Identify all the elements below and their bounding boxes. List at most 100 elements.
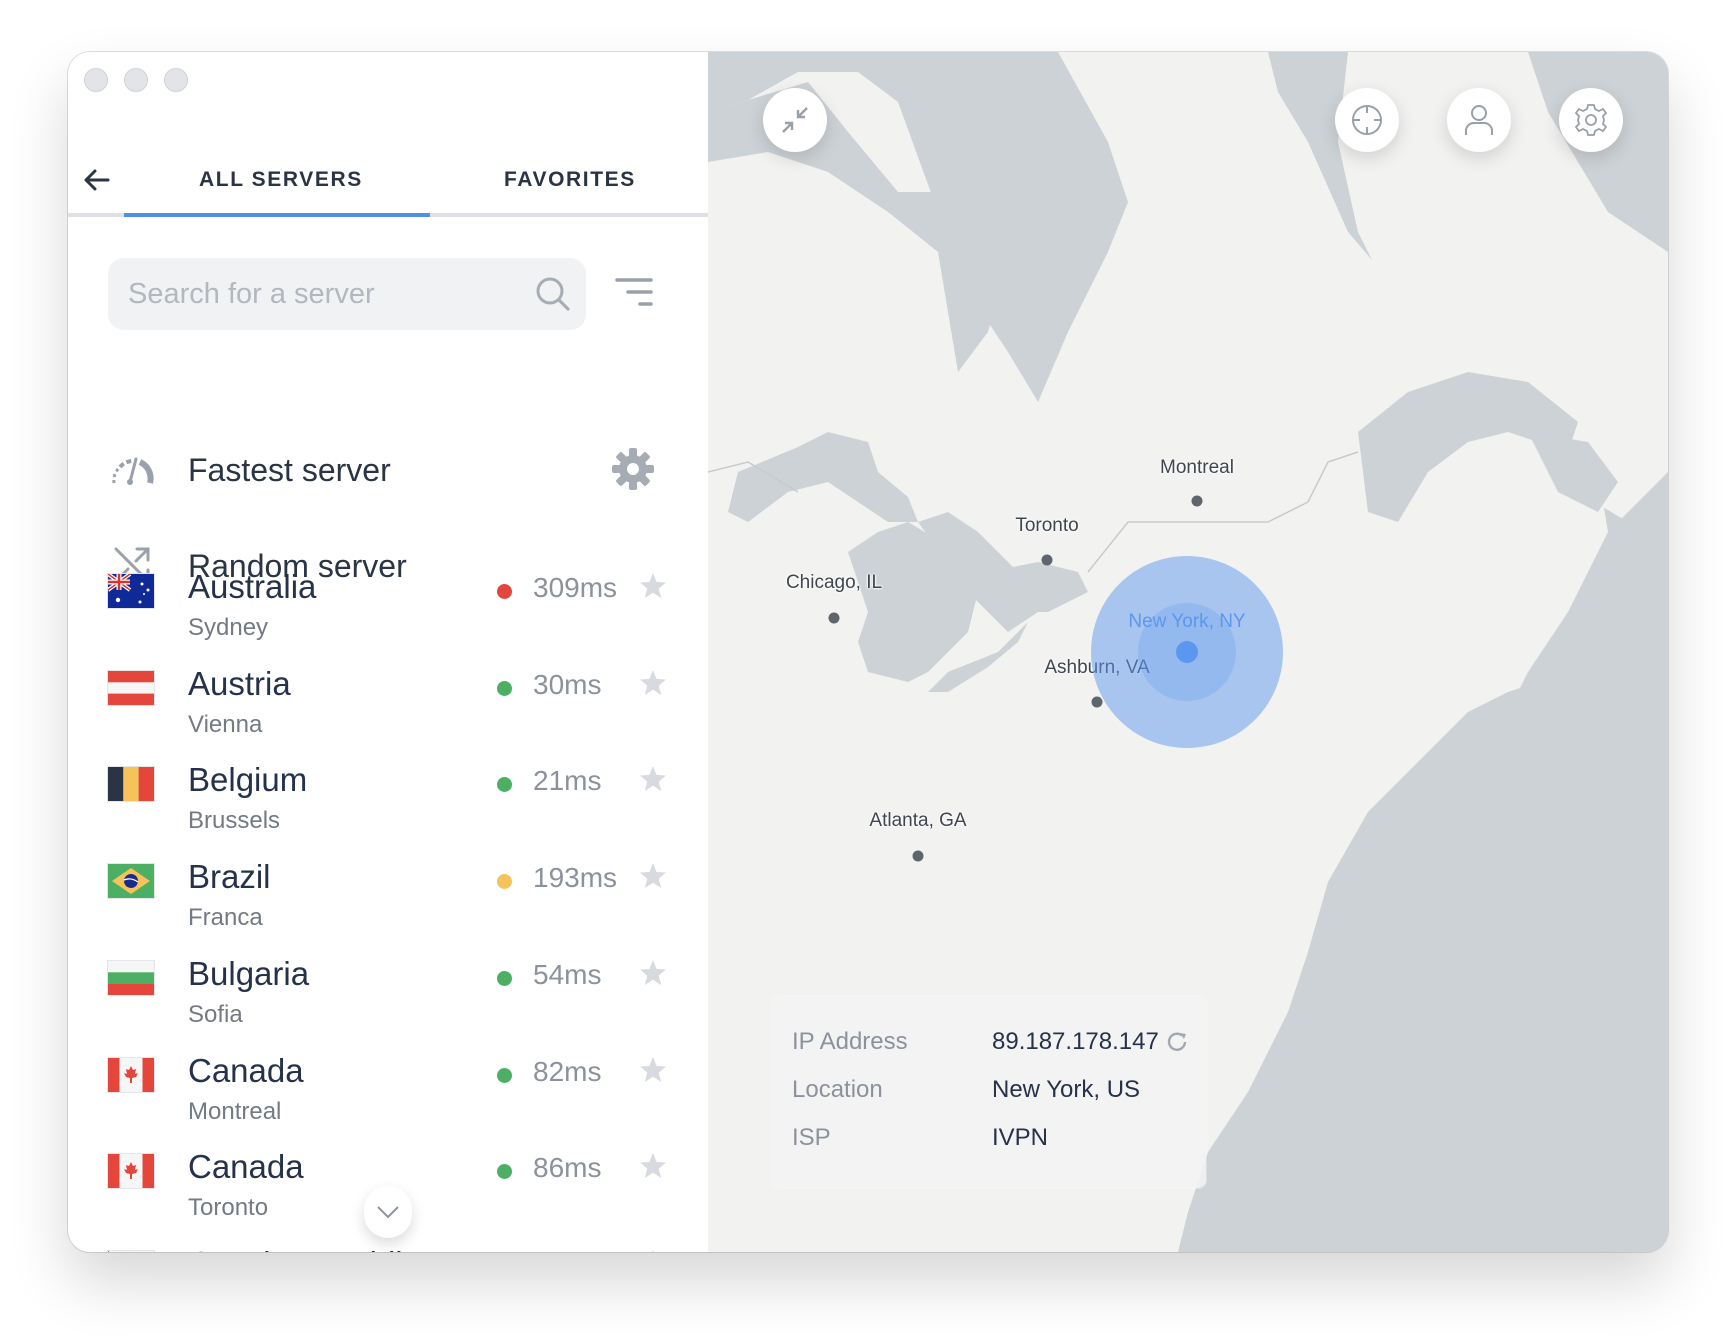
favorite-star-icon[interactable] xyxy=(638,1151,668,1181)
flag-br-icon xyxy=(108,864,154,899)
app-window: ALL SERVERS FAVORITES Search for a serve… xyxy=(68,52,1668,1252)
flag-be-icon xyxy=(108,767,154,802)
server-country: Brazil xyxy=(188,858,271,896)
favorite-star-icon[interactable] xyxy=(638,1248,668,1252)
favorite-star-icon[interactable] xyxy=(638,861,668,891)
server-ping: 86ms xyxy=(533,1152,602,1184)
server-country: Canada xyxy=(188,1051,304,1089)
close-window-button[interactable] xyxy=(84,68,108,92)
filter-icon xyxy=(615,278,653,306)
fastest-server-item[interactable]: Fastest server xyxy=(68,439,708,499)
arrow-left-icon xyxy=(84,169,110,191)
flag-at-icon xyxy=(108,670,154,705)
scroll-down-button[interactable] xyxy=(364,1186,412,1238)
search-box xyxy=(108,258,586,330)
chevron-down-icon xyxy=(377,1206,399,1219)
city-marker-montreal[interactable] xyxy=(1191,495,1203,507)
ip-address-label: IP Address xyxy=(792,1028,908,1055)
server-city: Brussels xyxy=(188,807,281,835)
isp-label: ISP xyxy=(792,1124,831,1151)
flag-cz-icon xyxy=(108,1250,154,1252)
city-label-atlanta: Atlanta, GA xyxy=(869,810,967,831)
server-ping: 21ms xyxy=(533,765,602,797)
server-row[interactable]: Austria Vienna 30ms xyxy=(68,665,708,761)
server-ping: 30ms xyxy=(533,668,602,700)
city-label-chicago: Chicago, IL xyxy=(785,572,883,593)
status-dot xyxy=(497,874,512,890)
filter-button[interactable] xyxy=(614,274,654,310)
server-row[interactable]: Belgium Brussels 21ms xyxy=(68,761,708,857)
city-marker-toronto[interactable] xyxy=(1041,554,1053,566)
favorite-star-icon[interactable] xyxy=(638,668,668,698)
city-label-montreal: Montreal xyxy=(1160,457,1234,478)
window-controls xyxy=(84,68,188,92)
location-label: Location xyxy=(792,1076,883,1103)
flag-ca-icon xyxy=(108,1154,154,1189)
server-ping: 309ms xyxy=(533,572,618,603)
server-row[interactable]: Brazil Franca 193ms xyxy=(68,858,708,954)
status-dot xyxy=(497,584,512,599)
map-view[interactable]: Montreal Toronto Chicago, IL Ashburn, VA… xyxy=(708,52,1668,1252)
favorite-star-icon[interactable] xyxy=(638,764,668,794)
gear-icon xyxy=(1574,104,1608,136)
server-city: Vienna xyxy=(188,710,263,738)
server-country: Austria xyxy=(188,664,291,702)
tab-favorites[interactable]: FAVORITES xyxy=(504,168,636,192)
status-dot xyxy=(497,680,512,696)
flag-bg-icon xyxy=(108,960,154,995)
server-country: Canada xyxy=(188,1148,304,1186)
refresh-icon[interactable] xyxy=(1166,1030,1190,1054)
favorite-star-icon[interactable] xyxy=(638,958,668,988)
compress-map-button[interactable] xyxy=(763,88,827,152)
city-label-toronto: Toronto xyxy=(1015,515,1079,536)
status-dot xyxy=(497,777,512,793)
server-row[interactable]: Bulgaria Sofia 54ms xyxy=(68,955,708,1051)
server-city: Toronto xyxy=(188,1194,269,1222)
server-row[interactable]: Australia Sydney 309ms xyxy=(68,568,708,664)
ip-address-value: 89.187.178.147 xyxy=(992,1028,1159,1055)
favorite-star-icon[interactable] xyxy=(638,1055,668,1085)
connection-info-panel: IP Address 89.187.178.147 Location New Y… xyxy=(772,996,1206,1188)
flag-ca-icon xyxy=(108,1057,154,1092)
search-input[interactable] xyxy=(128,277,518,311)
connected-city-label: New York, NY xyxy=(1128,611,1246,632)
connected-location-marker[interactable] xyxy=(1176,641,1198,663)
speedometer-icon xyxy=(112,457,154,485)
back-button[interactable] xyxy=(82,168,112,192)
server-row[interactable]: Czech Republic xyxy=(68,1245,708,1252)
settings-button[interactable] xyxy=(1559,88,1623,152)
user-icon xyxy=(1465,105,1493,135)
server-city: Sydney xyxy=(188,614,269,641)
city-marker-ashburn[interactable] xyxy=(1091,696,1103,708)
compress-icon xyxy=(782,107,808,133)
city-marker-atlanta[interactable] xyxy=(912,850,924,862)
search-icon[interactable] xyxy=(534,275,572,313)
locate-button[interactable] xyxy=(1335,88,1399,152)
status-dot xyxy=(497,970,512,986)
location-value: New York, US xyxy=(992,1076,1141,1103)
favorite-star-icon[interactable] xyxy=(638,571,668,601)
server-city: Franca xyxy=(188,904,263,932)
crosshair-icon xyxy=(1352,105,1382,135)
city-marker-chicago[interactable] xyxy=(828,612,840,624)
server-sidebar: ALL SERVERS FAVORITES Search for a serve… xyxy=(68,52,708,1252)
server-country: Bulgaria xyxy=(188,954,310,992)
server-tabs: ALL SERVERS FAVORITES xyxy=(68,142,708,217)
account-button[interactable] xyxy=(1447,88,1511,152)
server-city: Montreal xyxy=(188,1097,282,1125)
status-dot xyxy=(497,1067,512,1083)
zoom-window-button[interactable] xyxy=(164,68,188,92)
server-country: Australia xyxy=(188,568,317,605)
active-tab-indicator xyxy=(124,213,430,217)
server-country: Belgium xyxy=(188,761,308,799)
flag-au-icon xyxy=(108,574,154,608)
server-ping: 193ms xyxy=(533,862,618,894)
tab-all-servers[interactable]: ALL SERVERS xyxy=(199,168,363,192)
server-ping: 82ms xyxy=(533,1055,602,1087)
fastest-server-settings-gear-icon[interactable] xyxy=(610,446,656,492)
server-country: Czech Republic xyxy=(188,1245,419,1252)
server-row[interactable]: Canada Montreal 82ms xyxy=(68,1052,708,1148)
server-ping: 54ms xyxy=(533,958,602,990)
minimize-window-button[interactable] xyxy=(124,68,148,92)
status-dot xyxy=(497,1164,512,1180)
